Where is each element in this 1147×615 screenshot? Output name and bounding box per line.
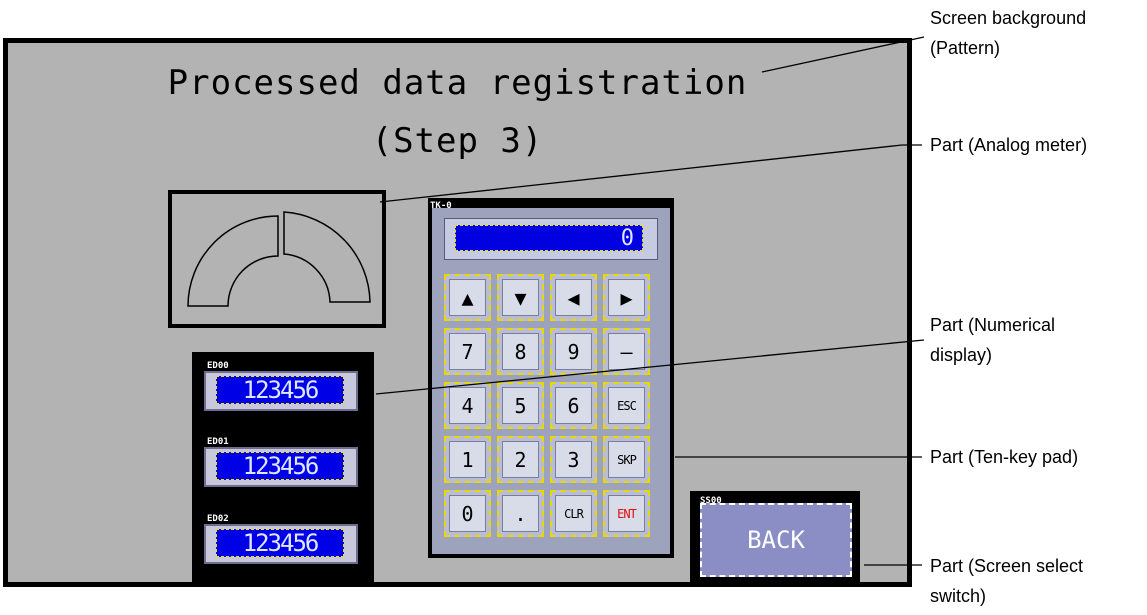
callout-numerical-display: Part (Numerical display) bbox=[930, 315, 1056, 365]
callout-tenkey-pad: Part (Ten-key pad) bbox=[930, 447, 1079, 467]
callout-analog-meter: Part (Analog meter) bbox=[930, 135, 1088, 155]
callout-screen-select-switch: Part (Screen select switch) bbox=[930, 556, 1084, 606]
callout-leader-lines bbox=[375, 36, 925, 566]
callout-screen-background: Screen background (Pattern) bbox=[930, 8, 1087, 58]
